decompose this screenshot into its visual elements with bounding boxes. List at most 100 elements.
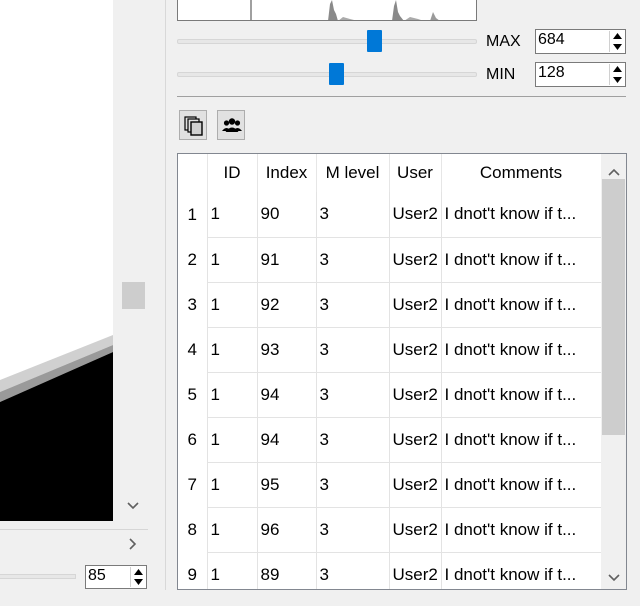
row-number: 1 — [178, 192, 208, 237]
zoom-spinbox[interactable]: 85 — [85, 565, 147, 589]
cell-id[interactable]: 1 — [207, 417, 258, 463]
cell-mlevel[interactable]: 3 — [316, 372, 390, 418]
table-row[interactable]: 9 1 89 3 User2 I dnot't know if t... — [178, 552, 602, 589]
table-row[interactable]: 7 1 95 3 User2 I dnot't know if t... — [178, 462, 602, 508]
cell-comments[interactable]: I dnot't know if t... — [441, 507, 602, 553]
min-slider[interactable] — [177, 72, 477, 77]
cell-comments[interactable]: I dnot't know if t... — [441, 372, 602, 418]
max-label: MAX — [486, 33, 521, 50]
cell-user[interactable]: User2 — [389, 507, 442, 553]
row-number: 9 — [178, 552, 208, 589]
column-header-rownum[interactable] — [178, 154, 208, 192]
cell-comments[interactable]: I dnot't know if t... — [441, 237, 602, 283]
min-slider-thumb[interactable] — [329, 63, 344, 85]
spin-up-icon[interactable] — [610, 64, 624, 75]
table-row[interactable]: 4 1 93 3 User2 I dnot't know if t... — [178, 327, 602, 373]
cell-user[interactable]: User2 — [389, 282, 442, 328]
cell-mlevel[interactable]: 3 — [316, 462, 390, 508]
table-row[interactable]: 2 1 91 3 User2 I dnot't know if t... — [178, 237, 602, 283]
cell-user[interactable]: User2 — [389, 327, 442, 373]
cell-user[interactable]: User2 — [389, 192, 442, 238]
pane-splitter[interactable] — [165, 0, 166, 590]
table-row[interactable]: 1 1 90 3 User2 I dnot't know if t... — [178, 192, 602, 238]
cell-comments[interactable]: I dnot't know if t... — [441, 327, 602, 373]
spin-down-icon[interactable] — [131, 577, 145, 587]
cell-mlevel[interactable]: 3 — [316, 507, 390, 553]
cell-mlevel[interactable]: 3 — [316, 327, 390, 373]
cell-mlevel[interactable]: 3 — [316, 552, 390, 589]
cell-id[interactable]: 1 — [207, 372, 258, 418]
row-number: 6 — [178, 417, 208, 462]
users-button[interactable] — [217, 110, 245, 140]
cell-comments[interactable]: I dnot't know if t... — [441, 417, 602, 463]
divider — [177, 96, 626, 97]
column-header-comments[interactable]: Comments — [441, 154, 602, 192]
zoom-slider[interactable] — [0, 574, 76, 579]
cell-index[interactable]: 92 — [257, 282, 317, 328]
table-row[interactable]: 8 1 96 3 User2 I dnot't know if t... — [178, 507, 602, 553]
min-label: MIN — [486, 66, 516, 83]
cell-comments[interactable]: I dnot't know if t... — [441, 192, 602, 238]
cell-index[interactable]: 93 — [257, 327, 317, 373]
row-number: 8 — [178, 507, 208, 552]
cell-index[interactable]: 89 — [257, 552, 317, 589]
cell-index[interactable]: 95 — [257, 462, 317, 508]
min-spinbox[interactable]: 128 — [535, 62, 626, 87]
cell-id[interactable]: 1 — [207, 327, 258, 373]
cell-user[interactable]: User2 — [389, 462, 442, 508]
row-number: 3 — [178, 282, 208, 327]
cell-id[interactable]: 1 — [207, 507, 258, 553]
scrollbar-thumb[interactable] — [602, 179, 625, 435]
cell-mlevel[interactable]: 3 — [316, 192, 390, 238]
cell-mlevel[interactable]: 3 — [316, 417, 390, 463]
chevron-down-icon[interactable] — [126, 498, 140, 512]
spin-up-icon[interactable] — [610, 31, 624, 42]
row-number: 4 — [178, 327, 208, 372]
max-slider[interactable] — [177, 39, 477, 44]
max-spinbox[interactable]: 684 — [535, 29, 626, 54]
spin-up-icon[interactable] — [131, 567, 145, 577]
histogram — [177, 0, 477, 21]
cell-comments[interactable]: I dnot't know if t... — [441, 462, 602, 508]
table-row[interactable]: 3 1 92 3 User2 I dnot't know if t... — [178, 282, 602, 328]
cell-index[interactable]: 94 — [257, 417, 317, 463]
copy-button[interactable] — [179, 110, 207, 140]
cell-index[interactable]: 96 — [257, 507, 317, 553]
chevron-down-icon[interactable] — [607, 568, 621, 587]
cell-mlevel[interactable]: 3 — [316, 282, 390, 328]
cell-user[interactable]: User2 — [389, 237, 442, 283]
cell-mlevel[interactable]: 3 — [316, 237, 390, 283]
max-slider-thumb[interactable] — [367, 30, 382, 52]
row-number: 2 — [178, 237, 208, 282]
cell-id[interactable]: 1 — [207, 462, 258, 508]
cell-index[interactable]: 91 — [257, 237, 317, 283]
table-row[interactable]: 6 1 94 3 User2 I dnot't know if t... — [178, 417, 602, 463]
cell-id[interactable]: 1 — [207, 282, 258, 328]
spin-down-icon[interactable] — [610, 75, 624, 86]
image-viewer[interactable] — [0, 0, 113, 521]
cell-index[interactable]: 94 — [257, 372, 317, 418]
spin-down-icon[interactable] — [610, 42, 624, 53]
column-header-user[interactable]: User — [389, 154, 442, 192]
cell-id[interactable]: 1 — [207, 192, 258, 238]
divider — [0, 529, 148, 530]
cell-user[interactable]: User2 — [389, 372, 442, 418]
cell-index[interactable]: 90 — [257, 192, 317, 238]
column-header-index[interactable]: Index — [257, 154, 317, 192]
cell-comments[interactable]: I dnot't know if t... — [441, 552, 602, 589]
table-header: ID Index M level User Comments — [178, 154, 602, 192]
cell-comments[interactable]: I dnot't know if t... — [441, 282, 602, 328]
cell-id[interactable]: 1 — [207, 552, 258, 589]
column-header-id[interactable]: ID — [207, 154, 258, 192]
annotations-table[interactable]: ID Index M level User Comments 1 1 90 3 … — [177, 153, 627, 590]
scrollbar-thumb[interactable] — [122, 282, 145, 309]
image-canvas — [0, 335, 113, 521]
cell-user[interactable]: User2 — [389, 552, 442, 589]
viewer-vertical-scrollbar[interactable] — [120, 0, 147, 521]
table-vertical-scrollbar[interactable] — [601, 154, 626, 589]
cell-user[interactable]: User2 — [389, 417, 442, 463]
chevron-right-icon[interactable] — [126, 536, 140, 550]
cell-id[interactable]: 1 — [207, 237, 258, 283]
table-row[interactable]: 5 1 94 3 User2 I dnot't know if t... — [178, 372, 602, 418]
column-header-mlevel[interactable]: M level — [316, 154, 390, 192]
